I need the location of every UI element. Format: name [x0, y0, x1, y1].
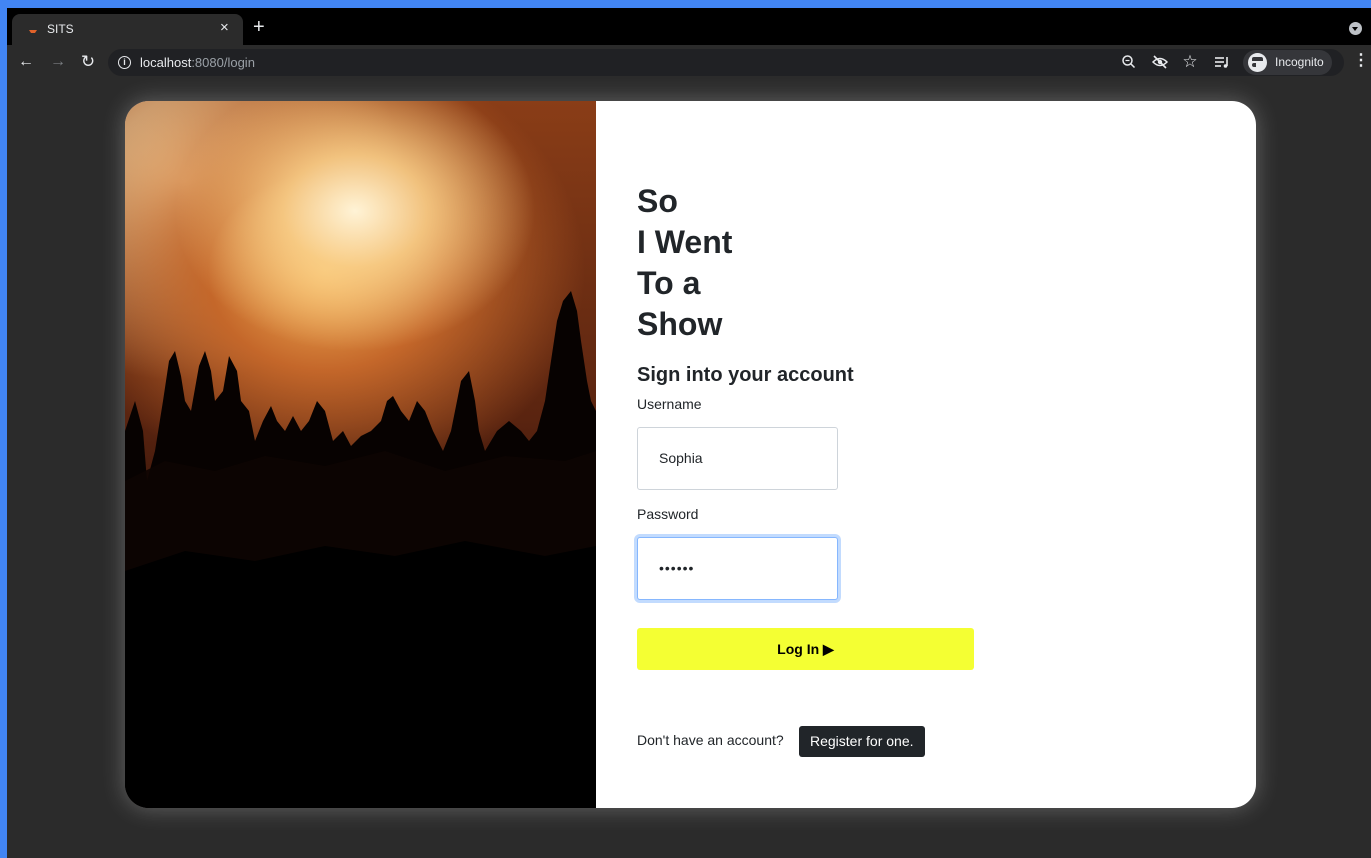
password-label: Password — [637, 506, 699, 522]
media-queue-icon[interactable] — [1213, 53, 1231, 71]
concert-crowd-photo — [125, 101, 596, 808]
url-host: localhost — [140, 55, 192, 70]
incognito-badge[interactable]: Incognito — [1243, 50, 1332, 75]
login-form: So I Went To a Show Sign into your accou… — [596, 101, 1256, 808]
eye-off-icon[interactable] — [1151, 53, 1169, 71]
kebab-menu-icon[interactable]: ⋮ — [1353, 51, 1369, 71]
zoom-icon[interactable] — [1120, 53, 1138, 71]
title-line: To a — [637, 265, 701, 301]
crowd-silhouette — [125, 291, 596, 808]
info-icon[interactable]: i — [118, 56, 131, 69]
browser-tab[interactable]: SITS × — [12, 14, 243, 45]
url-text[interactable]: localhost:8080/login — [140, 55, 255, 70]
reload-icon[interactable]: ↻ — [78, 52, 98, 72]
username-label: Username — [637, 396, 702, 412]
login-button[interactable]: Log In ▶ — [637, 628, 974, 670]
no-account-text: Don't have an account? — [637, 732, 784, 748]
title-line: I Went — [637, 224, 733, 260]
incognito-icon — [1248, 53, 1271, 72]
favicon-icon — [29, 30, 37, 33]
register-button[interactable]: Register for one. — [799, 726, 925, 757]
forward-arrow-icon[interactable]: → — [48, 52, 68, 72]
new-tab-icon[interactable]: + — [253, 17, 265, 37]
title-line: So — [637, 183, 678, 219]
incognito-label: Incognito — [1275, 55, 1324, 69]
tab-title: SITS — [47, 22, 74, 36]
url-path: :8080/login — [191, 55, 255, 70]
browser-window: SITS × + ← → ↻ i localhost:8080/login ☆ … — [7, 8, 1371, 858]
form-subtitle: Sign into your account — [637, 364, 854, 386]
tab-close-icon[interactable]: × — [220, 19, 229, 37]
page-title: So I Went To a Show — [637, 181, 732, 345]
page-viewport: So I Went To a Show Sign into your accou… — [7, 81, 1371, 858]
login-card: So I Went To a Show Sign into your accou… — [125, 101, 1256, 808]
password-field[interactable]: •••••• — [637, 537, 838, 600]
title-line: Show — [637, 306, 723, 342]
back-arrow-icon[interactable]: ← — [16, 52, 36, 72]
tab-strip: SITS × + — [7, 8, 1371, 45]
tab-search-icon[interactable] — [1349, 22, 1362, 35]
username-field[interactable]: Sophia — [637, 427, 838, 490]
address-bar[interactable]: i localhost:8080/login ☆ Incognito — [108, 49, 1344, 76]
star-icon[interactable]: ☆ — [1181, 53, 1199, 71]
browser-toolbar: ← → ↻ i localhost:8080/login ☆ Incognito… — [7, 45, 1371, 81]
